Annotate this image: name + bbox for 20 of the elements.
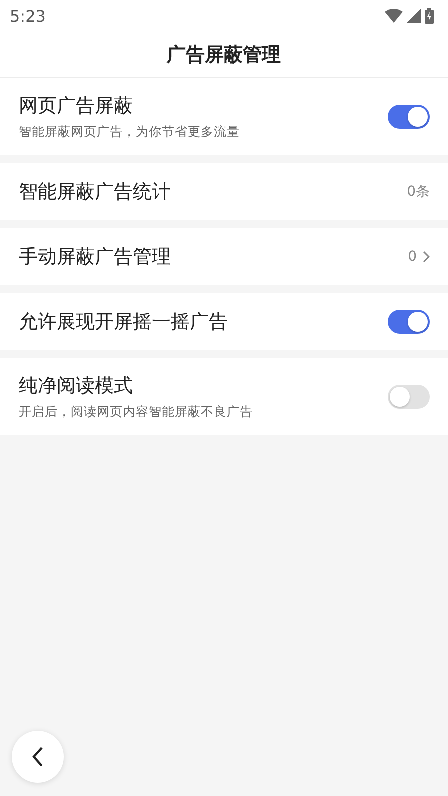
settings-row[interactable]: 手动屏蔽广告管理 0 — [0, 228, 448, 285]
setting-description: 智能屏蔽网页广告，为你节省更多流量 — [19, 124, 240, 140]
setting-title: 网页广告屏蔽 — [19, 94, 134, 118]
chevron-right-icon — [423, 250, 430, 262]
status-time: 5:23 — [10, 6, 46, 26]
toggle-switch[interactable] — [388, 384, 430, 408]
setting-value: 0条 — [407, 182, 430, 200]
page-title: 广告屏蔽管理 — [167, 42, 281, 68]
setting-value: 0 — [408, 248, 417, 264]
setting-title: 纯净阅读模式 — [19, 374, 134, 398]
setting-title: 智能屏蔽广告统计 — [19, 180, 171, 204]
wifi-icon — [385, 9, 403, 23]
chevron-left-icon — [32, 747, 44, 767]
signal-icon — [407, 9, 421, 23]
setting-description: 开启后，阅读网页内容智能屏蔽不良广告 — [19, 404, 253, 420]
toggle-switch[interactable] — [388, 104, 430, 128]
battery-icon — [425, 8, 434, 24]
setting-title: 手动屏蔽广告管理 — [19, 244, 171, 270]
toggle-switch[interactable] — [388, 310, 430, 334]
setting-title: 允许展现开屏摇一摇广告 — [19, 310, 228, 334]
